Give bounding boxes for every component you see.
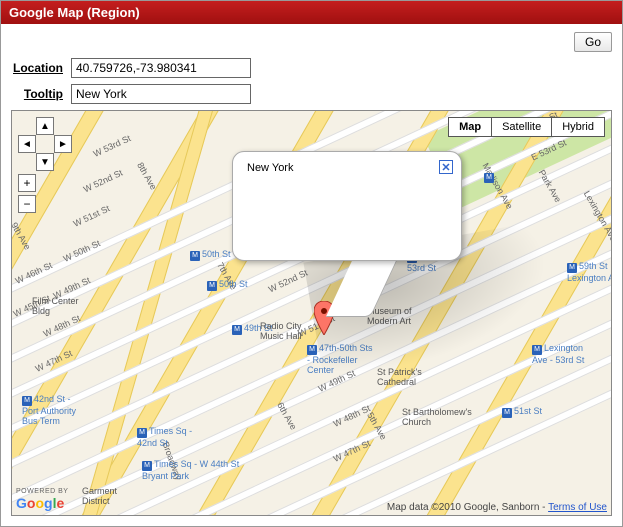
map-type-satellite[interactable]: Satellite <box>491 117 552 137</box>
zoom-out-button[interactable]: − <box>18 195 36 213</box>
map-attribution: Map data ©2010 Google, Sanborn - Terms o… <box>387 502 607 513</box>
pan-left-button[interactable]: ◄ <box>18 135 36 153</box>
subway-stop: M50th St <box>190 249 231 261</box>
info-window-text: New York <box>247 162 293 174</box>
subway-icon: M <box>190 251 200 261</box>
panel-title: Google Map (Region) <box>1 1 622 24</box>
powered-by-label: POWERED BY <box>16 488 68 495</box>
subway-icon: M <box>307 345 317 355</box>
subway-stop: MTimes Sq - 42nd St <box>137 426 192 448</box>
info-window: New York ✕ <box>232 151 462 261</box>
poi-label: Garment District <box>82 486 117 506</box>
map-type-hybrid[interactable]: Hybrid <box>551 117 605 137</box>
subway-icon: M <box>22 396 32 406</box>
tooltip-label: Tooltip <box>11 87 71 101</box>
poi-label: St Patrick's Cathedral <box>377 367 422 387</box>
location-label: Location <box>11 61 71 75</box>
map-nav-controls: ▲ ◄ ► ▼ + − <box>18 117 72 213</box>
location-input[interactable] <box>71 58 251 78</box>
subway-stop: M42nd St - Port Authority Bus Term <box>22 394 76 426</box>
poi-label: St Bartholomew's Church <box>402 407 472 427</box>
ave-label: 8th Ave <box>135 161 159 192</box>
subway-stop: MLexington Ave - 53rd St <box>532 343 584 365</box>
zoom-in-button[interactable]: + <box>18 174 36 192</box>
go-button[interactable]: Go <box>574 32 612 52</box>
map-container[interactable]: W 53rd St W 52nd St W 51st St W 50th St … <box>11 110 612 516</box>
info-close-button[interactable]: ✕ <box>439 160 453 174</box>
street-label: W 52nd St <box>82 168 124 195</box>
subway-icon: M <box>484 173 494 183</box>
subway-stop: M59th St Lexington Ave <box>567 261 612 283</box>
terms-link[interactable]: Terms of Use <box>548 502 607 513</box>
map-type-switch: Map Satellite Hybrid <box>449 117 605 137</box>
pan-up-button[interactable]: ▲ <box>36 117 54 135</box>
subway-stop: M50th St <box>207 279 248 291</box>
map-type-map[interactable]: Map <box>448 117 492 137</box>
subway-icon: M <box>567 263 577 273</box>
google-logo: Google <box>16 495 64 511</box>
pan-down-button[interactable]: ▼ <box>36 153 54 171</box>
subway-icon: M <box>502 408 512 418</box>
subway-stop: M51st St <box>502 406 542 418</box>
subway-icon: M <box>142 461 152 471</box>
street-label: W 51st St <box>72 203 112 229</box>
street-label: W 53rd St <box>92 133 132 159</box>
subway-icon: M <box>207 281 217 291</box>
attribution-text: Map data ©2010 Google, Sanborn - <box>387 502 548 513</box>
subway-icon: M <box>232 325 242 335</box>
subway-icon: M <box>137 428 147 438</box>
map-region-panel: Google Map (Region) Go Location Tooltip <box>0 0 623 527</box>
panel-body: Go Location Tooltip <box>1 24 622 526</box>
poi-label: Radio City Music Hall <box>260 321 302 341</box>
subway-stop: MTimes Sq - W 44th St Bryant Park <box>142 459 239 481</box>
subway-stop: M <box>484 171 496 183</box>
pan-right-button[interactable]: ► <box>54 135 72 153</box>
tooltip-input[interactable] <box>71 84 251 104</box>
subway-icon: M <box>532 345 542 355</box>
poi-label: Film Center Bldg <box>32 296 79 316</box>
subway-stop: M47th-50th Sts - Rockefeller Center <box>307 343 373 375</box>
